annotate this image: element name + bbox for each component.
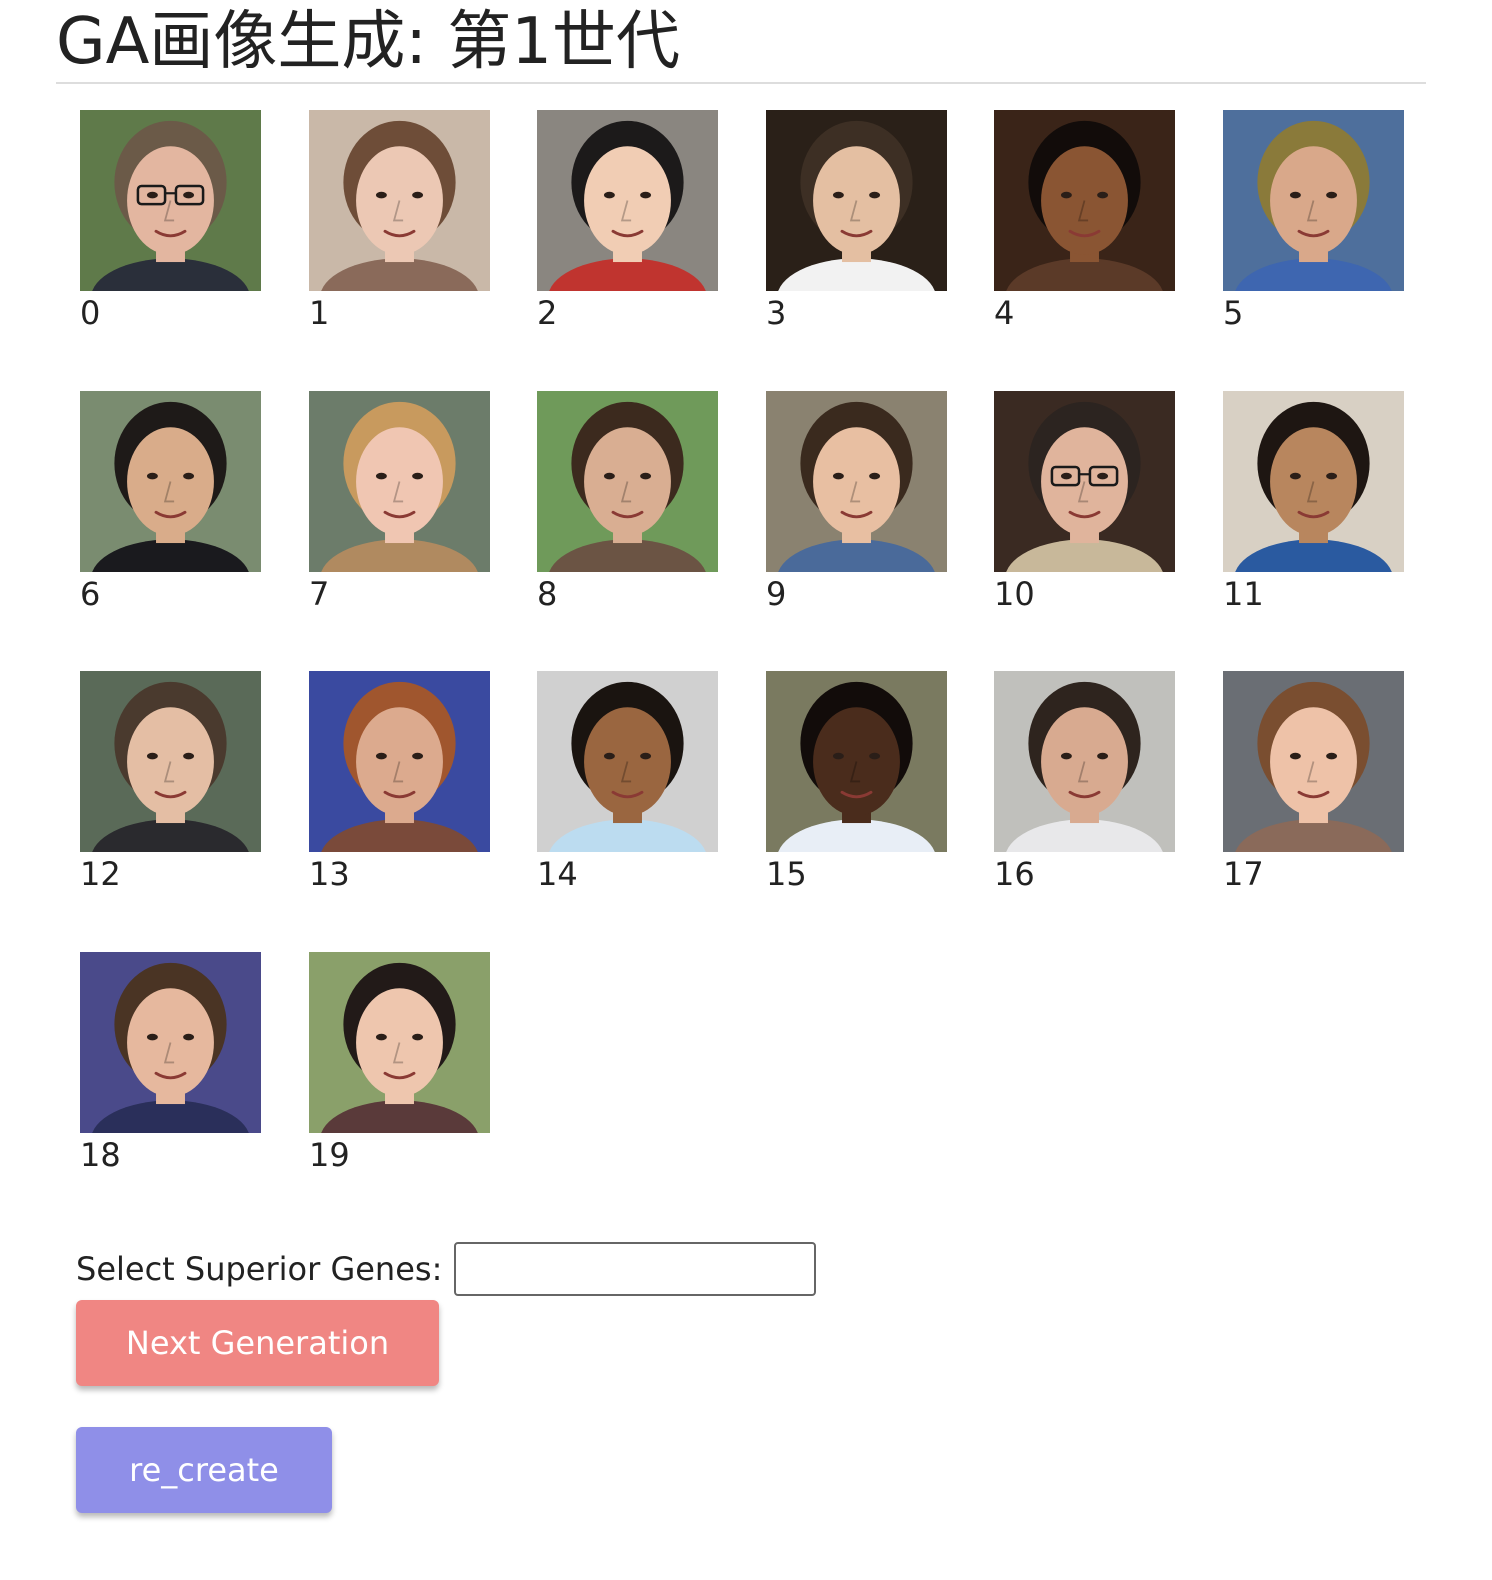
- face-card: 10: [994, 391, 1175, 631]
- face-image: [309, 391, 490, 572]
- face-image: [309, 952, 490, 1133]
- genes-input[interactable]: [454, 1242, 817, 1296]
- face-image: [537, 110, 718, 291]
- face-index-label: 7: [309, 575, 330, 613]
- genes-form-row: Select Superior Genes:: [76, 1240, 817, 1298]
- face-card: 12: [80, 671, 261, 911]
- face-index-label: 10: [994, 575, 1035, 613]
- face-index-label: 3: [766, 294, 787, 332]
- face-card: 2: [537, 110, 718, 350]
- face-index-label: 8: [537, 575, 558, 613]
- face-card: 8: [537, 391, 718, 631]
- face-index-label: 9: [766, 575, 787, 613]
- face-index-label: 14: [537, 855, 578, 893]
- face-image: [80, 391, 261, 572]
- face-index-label: 2: [537, 294, 558, 332]
- face-card: 15: [766, 671, 947, 911]
- face-index-label: 18: [80, 1136, 121, 1174]
- face-image: [80, 671, 261, 852]
- genes-label: Select Superior Genes:: [76, 1250, 443, 1288]
- face-card: 19: [309, 952, 490, 1192]
- face-image: [1223, 110, 1404, 291]
- face-index-label: 12: [80, 855, 121, 893]
- face-index-label: 17: [1223, 855, 1264, 893]
- face-card: 0: [80, 110, 261, 350]
- face-card: 14: [537, 671, 718, 911]
- face-image: [537, 391, 718, 572]
- face-index-label: 4: [994, 294, 1015, 332]
- face-image: [1223, 671, 1404, 852]
- face-index-label: 16: [994, 855, 1035, 893]
- title-divider: [56, 82, 1426, 84]
- face-card: 7: [309, 391, 490, 631]
- face-index-label: 6: [80, 575, 101, 613]
- face-card: 18: [80, 952, 261, 1192]
- face-image: [309, 110, 490, 291]
- face-card: 6: [80, 391, 261, 631]
- face-image: [309, 671, 490, 852]
- face-card: 5: [1223, 110, 1404, 350]
- face-image: [80, 110, 261, 291]
- face-image: [766, 391, 947, 572]
- face-index-label: 5: [1223, 294, 1244, 332]
- face-card: 13: [309, 671, 490, 911]
- face-image: [537, 671, 718, 852]
- face-index-label: 15: [766, 855, 807, 893]
- face-card: 1: [309, 110, 490, 350]
- face-image: [994, 671, 1175, 852]
- page-title: GA画像生成: 第1世代: [56, 5, 680, 79]
- face-card: 11: [1223, 391, 1404, 631]
- re-create-button[interactable]: re_create: [76, 1427, 332, 1513]
- face-image: [994, 391, 1175, 572]
- face-index-label: 19: [309, 1136, 350, 1174]
- face-image: [1223, 391, 1404, 572]
- face-card: 3: [766, 110, 947, 350]
- face-card: 9: [766, 391, 947, 631]
- face-index-label: 0: [80, 294, 101, 332]
- face-index-label: 11: [1223, 575, 1264, 613]
- face-image: [994, 110, 1175, 291]
- face-image: [766, 110, 947, 291]
- face-card: 4: [994, 110, 1175, 350]
- face-image: [80, 952, 261, 1133]
- face-card: 17: [1223, 671, 1404, 911]
- face-index-label: 1: [309, 294, 330, 332]
- face-card: 16: [994, 671, 1175, 911]
- face-index-label: 13: [309, 855, 350, 893]
- face-image: [766, 671, 947, 852]
- next-generation-button[interactable]: Next Generation: [76, 1300, 439, 1386]
